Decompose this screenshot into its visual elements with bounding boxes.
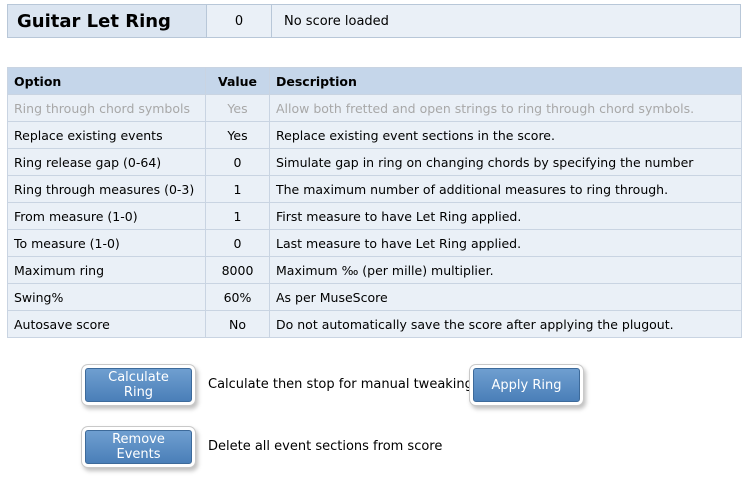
option-description: As per MuseScore [269,283,742,311]
apply-ring-button[interactable]: Apply Ring [473,368,580,402]
option-row-ring-release-gap: Ring release gap (0-64) 0 Simulate gap i… [7,148,742,176]
option-label: Ring release gap (0-64) [7,148,206,176]
option-row-to-measure: To measure (1-0) 0 Last measure to have … [7,229,742,257]
option-description: First measure to have Let Ring applied. [269,202,742,230]
column-header-value: Value [205,67,270,95]
option-description: Maximum ‰ (per mille) multiplier. [269,256,742,284]
option-row-autosave-score: Autosave score No Do not automatically s… [7,310,742,338]
option-description: Simulate gap in ring on changing chords … [269,148,742,176]
option-value[interactable]: 1 [205,202,270,230]
option-description: Allow both fretted and open strings to r… [269,94,742,122]
options-table: Option Value Description Ring through ch… [7,67,742,338]
app-title: Guitar Let Ring [17,10,171,32]
option-row-maximum-ring: Maximum ring 8000 Maximum ‰ (per mille) … [7,256,742,284]
option-row-replace-existing-events: Replace existing events Yes Replace exis… [7,121,742,149]
option-value[interactable]: 0 [205,229,270,257]
option-value[interactable]: Yes [205,121,270,149]
calculate-ring-button[interactable]: Calculate Ring [85,368,192,402]
score-status: No score loaded [271,5,740,37]
option-row-ring-through-chord-symbols: Ring through chord symbols Yes Allow bot… [7,94,742,122]
option-description: Last measure to have Let Ring applied. [269,229,742,257]
option-value[interactable]: 8000 [205,256,270,284]
table-header-row: Option Value Description [7,67,742,95]
option-row-ring-through-measures: Ring through measures (0-3) 1 The maximu… [7,175,742,203]
option-label: To measure (1-0) [7,229,206,257]
option-row-swing: Swing% 60% As per MuseScore [7,283,742,311]
option-label: Ring through measures (0-3) [7,175,206,203]
option-value[interactable]: 0 [205,148,270,176]
calculate-ring-description: Calculate then stop for manual tweaking [208,377,473,392]
option-label: Maximum ring [7,256,206,284]
option-value: Yes [205,94,270,122]
option-label: Swing% [7,283,206,311]
option-label: From measure (1-0) [7,202,206,230]
header-bar: Guitar Let Ring 0 No score loaded [7,4,741,38]
remove-events-description: Delete all event sections from score [208,439,443,454]
option-label: Ring through chord symbols [7,94,206,122]
option-description: Replace existing event sections in the s… [269,121,742,149]
option-label: Autosave score [7,310,206,338]
option-description: Do not automatically save the score afte… [269,310,742,338]
option-row-from-measure: From measure (1-0) 1 First measure to ha… [7,202,742,230]
header-value: 0 [206,5,271,37]
option-value[interactable]: No [205,310,270,338]
column-header-description: Description [269,67,742,95]
option-value[interactable]: 60% [205,283,270,311]
option-value[interactable]: 1 [205,175,270,203]
column-header-option: Option [7,67,206,95]
option-description: The maximum number of additional measure… [269,175,742,203]
option-label: Replace existing events [7,121,206,149]
remove-events-button[interactable]: Remove Events [85,430,192,464]
